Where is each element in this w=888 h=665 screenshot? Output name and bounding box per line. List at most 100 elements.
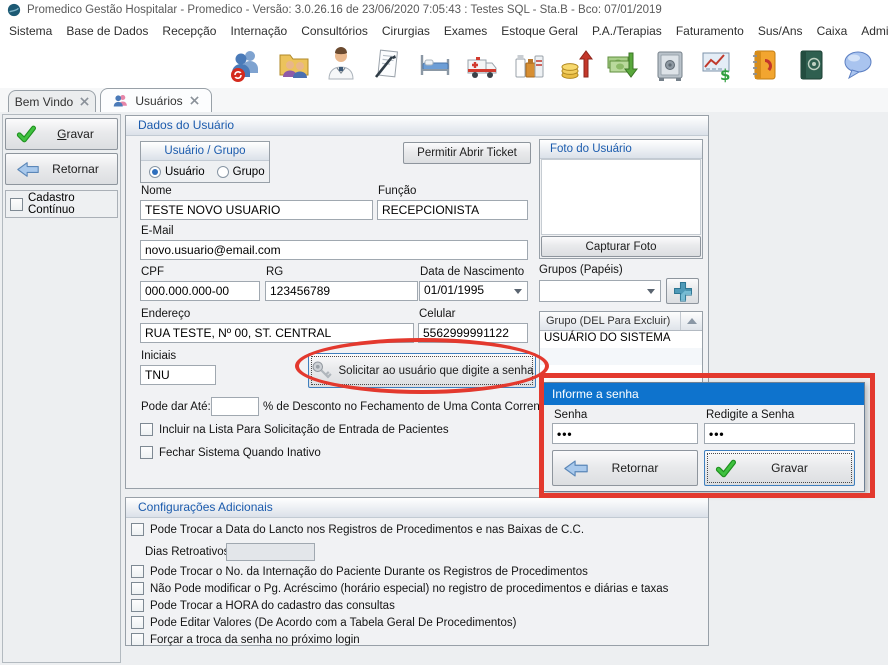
email-input[interactable] xyxy=(140,240,528,260)
menu-base-de-dados[interactable]: Base de Dados xyxy=(59,21,155,41)
chevron-down-icon xyxy=(647,289,655,294)
celular-label: Celular xyxy=(419,308,455,320)
desconto-prefix-label: Pode dar Até: xyxy=(141,401,211,413)
capturar-foto-button[interactable]: Capturar Foto xyxy=(541,236,701,257)
menu-estoque-geral[interactable]: Estoque Geral xyxy=(494,21,585,41)
prescription-icon[interactable] xyxy=(369,46,407,84)
ambulance-icon[interactable] xyxy=(463,46,501,84)
gravar-label: Gravar xyxy=(57,127,94,141)
panel-header: Dados do Usuário xyxy=(126,116,708,136)
trocar-no-internacao-checkbox[interactable] xyxy=(131,565,144,578)
cpf-label: CPF xyxy=(141,266,164,278)
users-sync-icon[interactable] xyxy=(228,46,266,84)
grid-row[interactable]: USUÁRIO DO SISTEMA xyxy=(540,331,702,348)
dias-retroativos-label: Dias Retroativos : xyxy=(145,546,236,558)
incluir-lista-option: Incluir na Lista Para Solicitação de Ent… xyxy=(140,423,449,436)
data-nascimento-value: 01/01/1995 xyxy=(424,283,484,297)
dialog-gravar-button[interactable]: Gravar xyxy=(704,450,855,486)
incluir-lista-checkbox[interactable] xyxy=(140,423,153,436)
back-arrow-icon xyxy=(16,161,40,178)
radio-usuario[interactable]: Usuário xyxy=(149,166,205,178)
window-title: Promedico Gestão Hospitalar - Promedico … xyxy=(27,4,662,16)
email-label: E-Mail xyxy=(141,225,174,237)
menu-faturamento[interactable]: Faturamento xyxy=(669,21,751,41)
trocar-data-lancto-label: Pode Trocar a Data do Lancto nos Registr… xyxy=(150,524,584,536)
dias-retroativos-input[interactable] xyxy=(226,543,315,561)
rg-input[interactable] xyxy=(265,281,418,301)
menu-exames[interactable]: Exames xyxy=(437,21,494,41)
cadastro-continuo-checkbox[interactable] xyxy=(10,198,23,211)
toolbar: $ xyxy=(0,42,888,88)
menubar: Sistema Base de Dados Recepção Internaçã… xyxy=(0,20,888,42)
grid-column-header[interactable]: Grupo (DEL Para Excluir) xyxy=(540,312,702,331)
menu-recepcao[interactable]: Recepção xyxy=(155,21,223,41)
chat-icon[interactable] xyxy=(839,46,877,84)
menu-sistema[interactable]: Sistema xyxy=(2,21,59,41)
config-option-2: Pode Trocar o No. da Internação do Pacie… xyxy=(131,565,588,578)
tabstrip: Bem Vindo Usuários xyxy=(0,88,888,112)
payments-down-icon[interactable] xyxy=(604,46,642,84)
tab-bem-vindo[interactable]: Bem Vindo xyxy=(8,90,96,112)
tab-usuarios-label: Usuários xyxy=(135,94,182,108)
close-tab-icon[interactable] xyxy=(80,97,89,106)
menu-sus-ans[interactable]: Sus/Ans xyxy=(751,21,810,41)
radio-grupo-control[interactable] xyxy=(217,166,229,178)
hospital-bed-icon[interactable] xyxy=(416,46,454,84)
solicitar-senha-button[interactable]: Solicitar ao usuário que digite a senha xyxy=(308,353,536,388)
dialog-titlebar[interactable]: Informe a senha xyxy=(544,383,864,405)
grupos-papeis-label: Grupos (Papéis) xyxy=(539,264,623,276)
menu-caixa[interactable]: Caixa xyxy=(810,21,855,41)
dialog-retornar-button[interactable]: Retornar xyxy=(552,450,698,486)
close-tab-icon[interactable] xyxy=(190,96,199,105)
fechar-sistema-option: Fechar Sistema Quando Inativo xyxy=(140,446,321,459)
ledger-book-icon[interactable] xyxy=(792,46,830,84)
radio-grupo[interactable]: Grupo xyxy=(217,166,265,178)
menu-pa-terapias[interactable]: P.A./Terapias xyxy=(585,21,669,41)
fechar-sistema-checkbox[interactable] xyxy=(140,446,153,459)
sort-asc-icon[interactable] xyxy=(680,312,702,330)
menu-administracao[interactable]: Administra xyxy=(854,21,888,41)
safe-icon[interactable] xyxy=(651,46,689,84)
dialog-retornar-label: Retornar xyxy=(612,461,659,475)
redigite-senha-label: Redigite a Senha xyxy=(706,409,794,421)
grupos-papeis-combo[interactable] xyxy=(539,280,661,302)
retornar-button[interactable]: Retornar xyxy=(5,153,118,185)
configuracoes-adicionais-panel: Configurações Adicionais Pode Trocar a D… xyxy=(125,497,709,646)
iniciais-input[interactable] xyxy=(140,365,216,385)
cpf-input[interactable] xyxy=(140,281,260,301)
config-option-6: Forçar a troca da senha no próximo login xyxy=(131,633,360,646)
funcao-input[interactable] xyxy=(377,200,528,220)
radio-grupo-label: Grupo xyxy=(233,166,265,178)
tab-bem-vindo-label: Bem Vindo xyxy=(15,95,73,109)
phonebook-icon[interactable] xyxy=(745,46,783,84)
rg-label: RG xyxy=(266,266,283,278)
data-nascimento-combo[interactable]: 01/01/1995 xyxy=(419,281,528,301)
desconto-input[interactable] xyxy=(211,397,259,416)
nao-modificar-acrescimo-checkbox[interactable] xyxy=(131,582,144,595)
tab-usuarios[interactable]: Usuários xyxy=(100,88,212,112)
endereco-input[interactable] xyxy=(140,323,414,343)
radio-usuario-control[interactable] xyxy=(149,166,161,178)
editar-valores-checkbox[interactable] xyxy=(131,616,144,629)
nome-input[interactable] xyxy=(140,200,373,220)
celular-input[interactable] xyxy=(418,323,528,343)
add-group-button[interactable] xyxy=(666,278,699,304)
redigite-senha-input[interactable] xyxy=(704,423,855,444)
trocar-no-internacao-label: Pode Trocar o No. da Internação do Pacie… xyxy=(150,566,588,578)
permitir-abrir-ticket-button[interactable]: Permitir Abrir Ticket xyxy=(403,142,531,164)
patients-folder-icon[interactable] xyxy=(275,46,313,84)
financial-charts-icon[interactable]: $ xyxy=(698,46,736,84)
menu-consultorios[interactable]: Consultórios xyxy=(294,21,375,41)
trocar-hora-consultas-checkbox[interactable] xyxy=(131,599,144,612)
menu-cirurgias[interactable]: Cirurgias xyxy=(375,21,437,41)
gravar-button[interactable]: Gravar xyxy=(5,118,118,150)
revenue-up-icon[interactable] xyxy=(557,46,595,84)
menu-internacao[interactable]: Internação xyxy=(223,21,294,41)
forcar-troca-senha-checkbox[interactable] xyxy=(131,633,144,646)
trocar-data-lancto-checkbox[interactable] xyxy=(131,523,144,536)
pharmacy-icon[interactable] xyxy=(510,46,548,84)
senha-label: Senha xyxy=(554,409,587,421)
doctor-icon[interactable] xyxy=(322,46,360,84)
informe-senha-dialog: Informe a senha Senha Redigite a Senha R… xyxy=(543,382,865,492)
senha-input[interactable] xyxy=(552,423,698,444)
